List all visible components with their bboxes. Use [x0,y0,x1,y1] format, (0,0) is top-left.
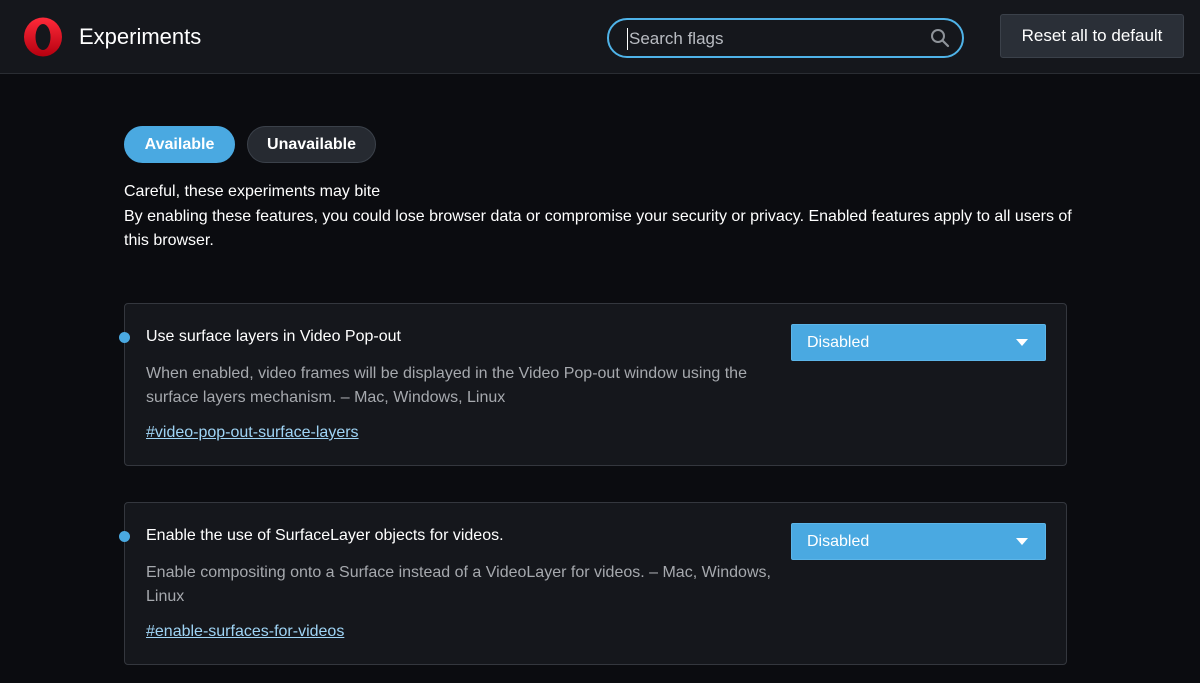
warning-title: Careful, these experiments may bite [124,183,381,200]
tab-unavailable[interactable]: Unavailable [247,126,376,163]
flag-name: Enable the use of SurfaceLayer objects f… [146,527,504,544]
flag-state-select[interactable]: Disabled [791,523,1046,560]
search-input[interactable] [627,28,917,50]
flag-anchor-link[interactable]: #enable-surfaces-for-videos [146,623,344,641]
availability-tabs: Available Unavailable [124,126,376,163]
flag-state-value: Disabled [807,533,870,550]
flag-indicator-dot [119,332,130,343]
warning-body: By enabling these features, you could lo… [124,207,1072,250]
tab-available[interactable]: Available [124,126,235,163]
reset-all-button[interactable]: Reset all to default [1000,14,1184,58]
search-box[interactable] [607,18,964,58]
flag-card: Use surface layers in Video Pop-out When… [119,303,1067,466]
flag-description: Enable compositing onto a Surface instea… [146,564,771,605]
warning-message: Careful, these experiments may bite By e… [124,180,1084,254]
flag-anchor-link[interactable]: #video-pop-out-surface-layers [146,424,359,442]
flag-description: When enabled, video frames will be displ… [146,365,747,406]
chevron-down-icon [1016,538,1028,545]
flag-state-select[interactable]: Disabled [791,324,1046,361]
flag-name: Use surface layers in Video Pop-out [146,328,401,345]
top-bar: Experiments Reset all to default [0,0,1200,74]
page-title: Experiments [79,24,202,49]
search-icon[interactable] [930,28,950,48]
flag-card: Enable the use of SurfaceLayer objects f… [119,502,1067,665]
opera-logo-icon[interactable] [23,17,63,57]
flag-state-value: Disabled [807,334,870,351]
flag-indicator-dot [119,531,130,542]
chevron-down-icon [1016,339,1028,346]
